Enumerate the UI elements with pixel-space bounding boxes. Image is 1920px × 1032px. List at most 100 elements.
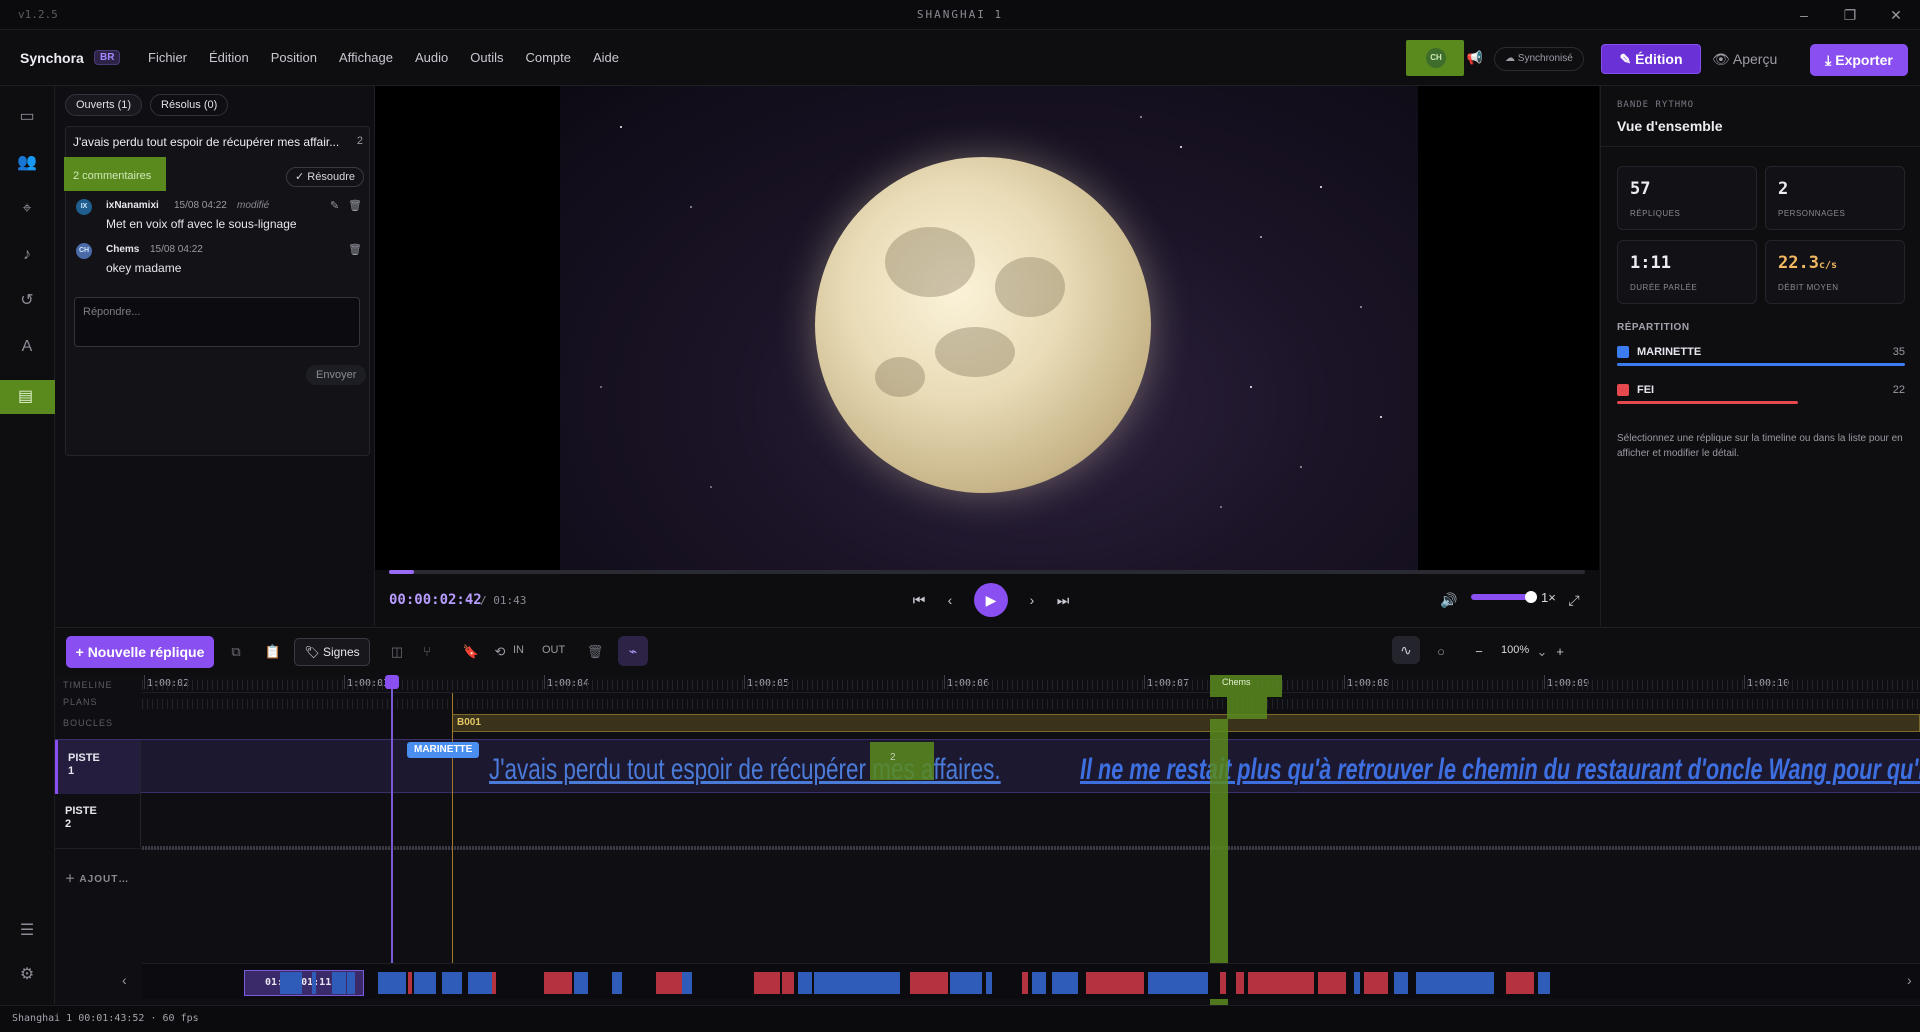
collaborator-cursor bbox=[1227, 697, 1267, 719]
prev-frame-icon[interactable]: ‹ bbox=[939, 589, 961, 611]
sync-status[interactable]: ☁ Synchronisé bbox=[1494, 47, 1584, 71]
edit-icon[interactable]: ✎ bbox=[330, 199, 339, 212]
timeline-toolbar: + Nouvelle réplique ⧉ 📋 🏷 Signes ◫ ⑂ 🔖 ⟲… bbox=[55, 627, 1920, 675]
out-point-button[interactable]: OUT bbox=[542, 644, 565, 656]
in-point-button[interactable]: IN bbox=[513, 644, 524, 656]
comments-icon: ▤ bbox=[18, 388, 34, 405]
track-label: PISTE 2 bbox=[55, 793, 141, 847]
speaker-tag[interactable]: MARINETTE bbox=[407, 742, 480, 758]
comment-marker-count: 2 bbox=[890, 752, 896, 763]
tab-resolved[interactable]: Résolus (0) bbox=[150, 94, 229, 116]
paste-icon[interactable]: 📋 bbox=[263, 642, 283, 662]
menu-fichier[interactable]: Fichier bbox=[148, 50, 187, 65]
stat-card: 2 PERSONNAGES bbox=[1765, 166, 1905, 230]
loop-icon[interactable]: ⟲ bbox=[490, 642, 510, 662]
magnet-icon[interactable]: ⌁ bbox=[618, 636, 648, 666]
loop-block[interactable]: B001 bbox=[452, 714, 1920, 732]
characters-icon[interactable]: 👥 bbox=[14, 150, 40, 176]
zoom-in-icon[interactable]: + bbox=[1550, 642, 1570, 662]
panel-title: Vue d'ensemble bbox=[1617, 118, 1723, 134]
title-bar: v1.2.5 SHANGHAI 1 – ❐ ✕ bbox=[0, 0, 1920, 30]
zoom-level[interactable]: 100% bbox=[1501, 644, 1529, 656]
bookmark-icon[interactable]: 🔖 bbox=[461, 642, 481, 662]
plus-icon: + bbox=[75, 644, 88, 660]
menu-outils[interactable]: Outils bbox=[470, 50, 503, 65]
minimize-icon[interactable]: – bbox=[1794, 6, 1814, 24]
new-line-label: Nouvelle réplique bbox=[87, 644, 205, 660]
add-track-button[interactable]: ＋ AJOUT… bbox=[65, 870, 129, 885]
video-area[interactable] bbox=[375, 86, 1599, 570]
restore-icon[interactable]: ❐ bbox=[1840, 6, 1860, 24]
minimap-block bbox=[1052, 972, 1078, 994]
volume-icon[interactable]: 🔊 bbox=[1438, 589, 1460, 611]
skip-end-icon[interactable]: ⏭ bbox=[1052, 589, 1074, 611]
fullscreen-icon[interactable]: ⤢ bbox=[1563, 589, 1585, 611]
sync-label: Synchronisé bbox=[1517, 53, 1573, 64]
timeline-minimap[interactable]: 01:00:01:11 bbox=[142, 963, 1920, 999]
trash-icon[interactable]: 🗑 bbox=[348, 199, 362, 212]
menu-position[interactable]: Position bbox=[271, 50, 317, 65]
announce-icon[interactable]: 📢 bbox=[1465, 48, 1485, 68]
resolve-button[interactable]: ✓ Résoudre bbox=[286, 167, 364, 187]
download-icon: ⤓ bbox=[1825, 52, 1836, 68]
comment-thread[interactable]: J'avais perdu tout espoir de récupérer m… bbox=[64, 126, 370, 456]
menu-edition[interactable]: Édition bbox=[209, 50, 249, 65]
tab-open[interactable]: Ouverts (1) bbox=[65, 94, 143, 116]
font-icon[interactable]: A bbox=[14, 334, 40, 360]
history-icon[interactable]: ↺ bbox=[14, 288, 40, 314]
edit-mode-button[interactable]: ✎ Édition bbox=[1601, 44, 1701, 74]
sliders-icon[interactable]: ☰ bbox=[14, 918, 40, 944]
playhead[interactable] bbox=[391, 675, 393, 965]
scroll-left-icon[interactable]: ‹ bbox=[122, 972, 127, 988]
comment-author: ixNanamixi bbox=[106, 200, 159, 211]
comment-marker[interactable]: 2 bbox=[870, 742, 934, 780]
tag-icon: 🏷 bbox=[304, 645, 323, 659]
add-track-label: AJOUT… bbox=[79, 874, 130, 885]
help-text: Sélectionnez une réplique sur la timelin… bbox=[1617, 433, 1903, 459]
settings-icon[interactable]: ⚙ bbox=[14, 962, 40, 988]
menu-aide[interactable]: Aide bbox=[593, 50, 619, 65]
left-sidebar: ▭ 👥 ⌖ ♪ ↺ A ▤ ☰ ⚙ bbox=[0, 86, 64, 1004]
waveform-icon[interactable]: ∿ bbox=[1392, 636, 1420, 664]
send-button[interactable]: Envoyer bbox=[306, 365, 367, 385]
delete-icon[interactable]: 🗑 bbox=[585, 642, 605, 662]
comment-modified: modifié bbox=[237, 200, 270, 211]
track-label: PISTE 1 bbox=[55, 740, 141, 794]
playback-progress[interactable] bbox=[389, 570, 1585, 574]
skip-start-icon[interactable]: ⏮ bbox=[908, 589, 930, 611]
play-button[interactable]: ▶ bbox=[974, 583, 1008, 617]
scroll-right-icon[interactable]: › bbox=[1907, 972, 1912, 988]
subtitles-icon[interactable]: ▭ bbox=[14, 104, 40, 130]
minimap-block bbox=[347, 972, 355, 994]
new-line-button[interactable]: + Nouvelle réplique bbox=[66, 636, 214, 668]
minimap-block bbox=[682, 972, 692, 994]
minimap-block bbox=[378, 972, 406, 994]
menu-affichage[interactable]: Affichage bbox=[339, 50, 393, 65]
split-icon[interactable]: ◫ bbox=[387, 642, 407, 662]
dialogue-line[interactable]: Il ne me restait plus qu'à retrouver le … bbox=[1080, 753, 1920, 787]
volume-knob[interactable] bbox=[1525, 591, 1537, 603]
user-avatar[interactable]: CH bbox=[1406, 40, 1464, 76]
merge-icon[interactable]: ⑂ bbox=[417, 642, 437, 662]
next-frame-icon[interactable]: › bbox=[1021, 589, 1043, 611]
location-icon[interactable]: ⌖ bbox=[14, 196, 40, 222]
signs-button[interactable]: 🏷 Signes bbox=[294, 638, 370, 666]
reply-input[interactable]: Répondre... bbox=[74, 297, 360, 347]
record-icon[interactable]: ○ bbox=[1431, 642, 1451, 662]
track-2[interactable]: PISTE 2 bbox=[55, 793, 1920, 849]
export-button[interactable]: ⤓ Exporter bbox=[1810, 44, 1908, 76]
playhead-handle[interactable] bbox=[385, 675, 399, 689]
menu-audio[interactable]: Audio bbox=[415, 50, 448, 65]
volume-slider[interactable] bbox=[1471, 594, 1533, 600]
preview-mode-button[interactable]: 👁 Aperçu bbox=[1712, 44, 1796, 74]
chevron-down-icon[interactable]: ⌄ bbox=[1532, 642, 1552, 662]
music-icon[interactable]: ♪ bbox=[14, 242, 40, 268]
copy-icon[interactable]: ⧉ bbox=[226, 642, 246, 662]
close-icon[interactable]: ✕ bbox=[1886, 6, 1906, 24]
menu-compte[interactable]: Compte bbox=[525, 50, 571, 65]
minimap-viewport[interactable]: 01:00:01:11 bbox=[244, 970, 364, 996]
zoom-out-icon[interactable]: − bbox=[1469, 642, 1489, 662]
playback-speed[interactable]: 1× bbox=[1541, 590, 1556, 605]
trash-icon[interactable]: 🗑 bbox=[348, 243, 362, 256]
minimap-block bbox=[414, 972, 436, 994]
